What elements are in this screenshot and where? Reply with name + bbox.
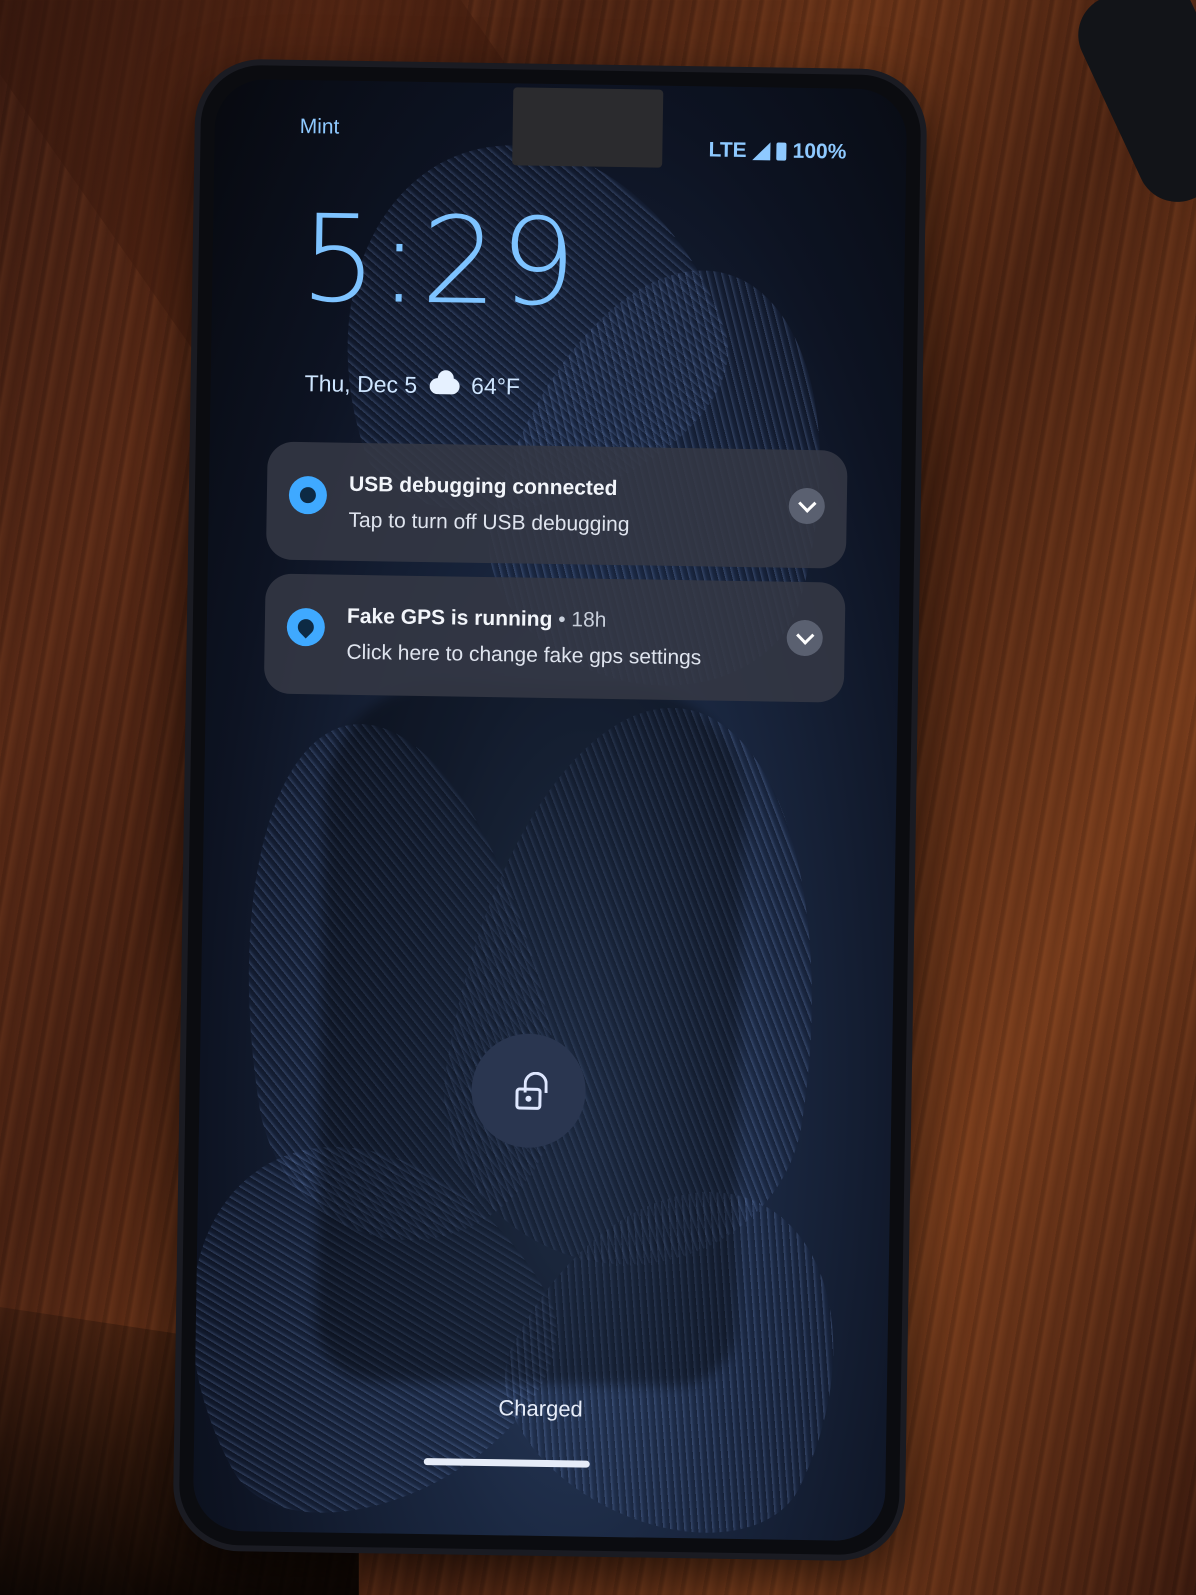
chevron-down-icon: [797, 493, 817, 513]
android-debug-icon: [288, 475, 328, 515]
temperature-label: 64°F: [470, 372, 521, 400]
notification-title: USB debugging connected: [349, 473, 618, 501]
camera-cover-tape: [512, 87, 664, 168]
signal-icon: [752, 142, 771, 161]
unlock-icon: [515, 1087, 542, 1110]
status-icons: LTE 100%: [708, 138, 846, 164]
expand-notification-button[interactable]: [788, 487, 826, 525]
notification-usb-debugging[interactable]: USB debugging connected Tap to turn off …: [265, 441, 848, 569]
location-pin-icon: [286, 607, 326, 647]
cloud-icon: [429, 377, 460, 395]
date-label: Thu, Dec 5: [304, 370, 418, 398]
date-weather-row[interactable]: Thu, Dec 5 64°F: [304, 370, 520, 400]
lockscreen: Mint LTE 100% 5:29 Thu, Dec 5 64°F USB d…: [192, 78, 908, 1542]
clock[interactable]: 5:29: [300, 190, 580, 333]
corner-object: [1065, 0, 1196, 216]
battery-icon: [776, 142, 787, 161]
notification-body: Click here to change fake gps settings: [346, 640, 702, 670]
notification-time: • 18h: [552, 608, 607, 632]
notification-title-text: Fake GPS is running: [346, 604, 553, 632]
battery-label: 100%: [792, 139, 847, 164]
notification-title-text: USB debugging connected: [348, 472, 618, 501]
phone: Mint LTE 100% 5:29 Thu, Dec 5 64°F USB d…: [178, 64, 922, 1556]
notification-fake-gps[interactable]: Fake GPS is running • 18h Click here to …: [263, 573, 846, 703]
notification-body: Tap to turn off USB debugging: [348, 508, 630, 537]
chevron-down-icon: [795, 625, 814, 645]
notification-title: Fake GPS is running • 18h: [347, 605, 607, 633]
carrier-label: Mint: [299, 114, 340, 139]
network-label: LTE: [708, 138, 747, 163]
expand-notification-button[interactable]: [786, 619, 824, 657]
